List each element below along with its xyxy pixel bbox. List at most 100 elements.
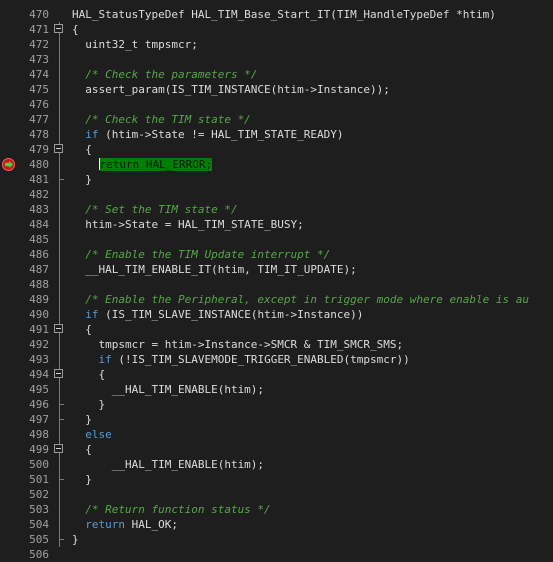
code-line[interactable]: 502 — [0, 487, 553, 502]
code-line[interactable]: 496 } — [0, 397, 553, 412]
code-line[interactable]: 480 return HAL_ERROR; — [0, 157, 553, 172]
code-line[interactable]: 472 uint32_t tmpsmcr; — [0, 37, 553, 52]
fold-gutter — [0, 487, 70, 502]
code-text[interactable]: tmpsmcr = htim->Instance->SMCR & TIM_SMC… — [72, 337, 403, 352]
code-text[interactable]: return HAL_ERROR; — [72, 157, 213, 172]
code-line[interactable]: 481 } — [0, 172, 553, 187]
code-text[interactable]: if (htim->State != HAL_TIM_STATE_READY) — [72, 127, 343, 142]
fold-gutter — [0, 112, 70, 127]
comment-token: /* Enable the TIM Update interrupt */ — [72, 248, 331, 261]
code-text[interactable]: } — [72, 397, 105, 412]
fold-guide-line — [59, 427, 60, 442]
code-text[interactable]: /* Enable the TIM Update interrupt */ — [72, 247, 330, 262]
code-text[interactable]: if (!IS_TIM_SLAVEMODE_TRIGGER_ENABLED(tm… — [72, 352, 410, 367]
code-line[interactable]: 473 — [0, 52, 553, 67]
code-text[interactable]: /* Check the parameters */ — [72, 67, 257, 82]
code-text[interactable]: { — [72, 322, 92, 337]
code-text[interactable]: } — [72, 412, 92, 427]
code-text[interactable]: __HAL_TIM_ENABLE_IT(htim, TIM_IT_UPDATE)… — [72, 262, 357, 277]
code-line[interactable]: 506 — [0, 547, 553, 562]
code-line[interactable]: 498 else — [0, 427, 553, 442]
code-line[interactable]: 479 { — [0, 142, 553, 157]
fold-collapse-icon[interactable] — [54, 444, 63, 453]
code-token: HAL_OK; — [125, 518, 178, 531]
fold-gutter — [0, 532, 70, 547]
code-text[interactable]: { — [72, 442, 92, 457]
code-line[interactable]: 474 /* Check the parameters */ — [0, 67, 553, 82]
code-line[interactable]: 503 /* Return function status */ — [0, 502, 553, 517]
code-line[interactable]: 486 /* Enable the TIM Update interrupt *… — [0, 247, 553, 262]
code-text[interactable]: /* Enable the Peripheral, except in trig… — [72, 292, 529, 307]
code-text[interactable]: } — [72, 532, 79, 547]
fold-guide-line — [59, 502, 60, 517]
code-token: } — [72, 413, 92, 426]
code-line[interactable]: 501 } — [0, 472, 553, 487]
code-text[interactable]: } — [72, 172, 92, 187]
fold-guide-line — [59, 157, 60, 172]
code-text[interactable]: { — [72, 367, 105, 382]
code-line[interactable]: 477 /* Check the TIM state */ — [0, 112, 553, 127]
fold-gutter — [0, 457, 70, 472]
fold-guide-line — [59, 97, 60, 112]
code-line[interactable]: 483 /* Set the TIM state */ — [0, 202, 553, 217]
code-text[interactable]: /* Check the TIM state */ — [72, 112, 251, 127]
fold-guide-line — [59, 457, 60, 472]
fold-gutter — [0, 547, 70, 562]
fold-collapse-icon[interactable] — [54, 324, 63, 333]
fold-collapse-icon[interactable] — [54, 144, 63, 153]
code-line[interactable]: 494 { — [0, 367, 553, 382]
code-line[interactable]: 500 __HAL_TIM_ENABLE(htim); — [0, 457, 553, 472]
code-token: (IS_TIM_SLAVE_INSTANCE(htim->Instance)) — [98, 308, 364, 321]
code-line[interactable]: 488 — [0, 277, 553, 292]
code-line[interactable]: 505} — [0, 532, 553, 547]
code-text[interactable]: assert_param(IS_TIM_INSTANCE(htim->Insta… — [72, 82, 390, 97]
code-line[interactable]: 489 /* Enable the Peripheral, except in … — [0, 292, 553, 307]
code-line[interactable]: 478 if (htim->State != HAL_TIM_STATE_REA… — [0, 127, 553, 142]
code-text[interactable]: uint32_t tmpsmcr; — [72, 37, 198, 52]
code-text[interactable]: /* Set the TIM state */ — [72, 202, 237, 217]
code-line[interactable]: 471{ — [0, 22, 553, 37]
fold-gutter — [0, 442, 70, 457]
fold-gutter — [0, 82, 70, 97]
code-lines: 470 HAL_StatusTypeDef HAL_TIM_Base_Start_… — [0, 7, 553, 562]
code-line[interactable]: 484 htim->State = HAL_TIM_STATE_BUSY; — [0, 217, 553, 232]
code-line[interactable]: 492 tmpsmcr = htim->Instance->SMCR & TIM… — [0, 337, 553, 352]
code-line[interactable]: 485 — [0, 232, 553, 247]
code-line[interactable]: 487 __HAL_TIM_ENABLE_IT(htim, TIM_IT_UPD… — [0, 262, 553, 277]
code-text[interactable]: { — [72, 142, 92, 157]
code-text[interactable]: return HAL_OK; — [72, 517, 178, 532]
code-text[interactable]: __HAL_TIM_ENABLE(htim); — [72, 457, 264, 472]
code-text[interactable]: HAL_StatusTypeDef HAL_TIM_Base_Start_IT(… — [72, 7, 496, 22]
code-line[interactable]: 495 __HAL_TIM_ENABLE(htim); — [0, 382, 553, 397]
code-line[interactable]: 504 return HAL_OK; — [0, 517, 553, 532]
fold-gutter — [0, 292, 70, 307]
code-token: } — [72, 398, 106, 411]
code-text[interactable]: __HAL_TIM_ENABLE(htim); — [72, 382, 264, 397]
code-line[interactable]: 482 — [0, 187, 553, 202]
code-text[interactable]: if (IS_TIM_SLAVE_INSTANCE(htim->Instance… — [72, 307, 363, 322]
code-text[interactable]: { — [72, 22, 79, 37]
code-text[interactable]: /* Return function status */ — [72, 502, 270, 517]
fold-gutter — [0, 397, 70, 412]
code-token: uint32_t tmpsmcr; — [72, 38, 198, 51]
code-text[interactable]: } — [72, 472, 92, 487]
code-line[interactable]: 491 { — [0, 322, 553, 337]
code-line[interactable]: 475 assert_param(IS_TIM_INSTANCE(htim->I… — [0, 82, 553, 97]
code-text[interactable]: htim->State = HAL_TIM_STATE_BUSY; — [72, 217, 304, 232]
fold-guide-line — [59, 337, 60, 352]
fold-collapse-icon[interactable] — [54, 24, 63, 33]
code-line[interactable]: 470 HAL_StatusTypeDef HAL_TIM_Base_Start_… — [0, 7, 553, 22]
code-line[interactable]: 497 } — [0, 412, 553, 427]
code-line[interactable]: 499 { — [0, 442, 553, 457]
code-line[interactable]: 476 — [0, 97, 553, 112]
code-token: { — [72, 23, 79, 36]
fold-guide-line — [59, 517, 60, 532]
fold-guide-line — [59, 112, 60, 127]
code-line[interactable]: 493 if (!IS_TIM_SLAVEMODE_TRIGGER_ENABLE… — [0, 352, 553, 367]
fold-collapse-icon[interactable] — [54, 369, 63, 378]
code-text[interactable]: else — [72, 427, 112, 442]
code-editor[interactable]: 470 HAL_StatusTypeDef HAL_TIM_Base_Start_… — [0, 0, 553, 562]
code-token: tmpsmcr = htim->Instance->SMCR & TIM_SMC… — [72, 338, 404, 351]
fold-gutter — [0, 502, 70, 517]
code-line[interactable]: 490 if (IS_TIM_SLAVE_INSTANCE(htim->Inst… — [0, 307, 553, 322]
